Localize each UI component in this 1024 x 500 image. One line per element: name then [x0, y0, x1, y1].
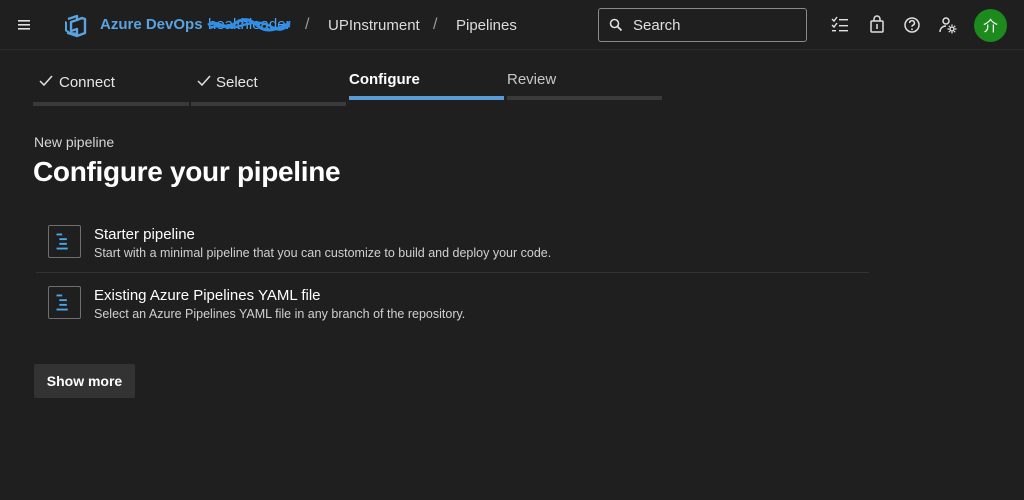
option-existing-yaml[interactable]: Existing Azure Pipelines YAML file Selec… [36, 279, 869, 339]
option-title: Existing Azure Pipelines YAML file [94, 287, 321, 304]
option-divider [36, 272, 869, 273]
check-icon [39, 75, 53, 87]
step-connect[interactable]: Connect [33, 70, 189, 106]
page-subtitle: New pipeline [34, 134, 115, 150]
top-bar: Azure DevOps healthleader / UPInstrument… [0, 0, 1024, 50]
breadcrumb-separator: / [433, 16, 438, 33]
step-configure[interactable]: Configure [349, 70, 504, 106]
step-progress-bar [191, 102, 346, 106]
breadcrumb-pipelines[interactable]: Pipelines [456, 17, 517, 34]
brand-link[interactable]: Azure DevOps [100, 16, 203, 33]
breadcrumb-project[interactable]: UPInstrument [328, 17, 420, 34]
step-select[interactable]: Select [191, 70, 346, 106]
azure-devops-logo-icon[interactable] [62, 13, 88, 39]
option-title: Starter pipeline [94, 226, 195, 243]
step-label: Review [507, 71, 557, 88]
step-progress-bar [33, 102, 189, 106]
show-more-button[interactable]: Show more [34, 364, 135, 398]
step-label: Connect [59, 74, 115, 91]
task-list-icon[interactable] [830, 15, 850, 35]
search-box[interactable] [598, 8, 807, 42]
step-progress-bar [507, 96, 662, 100]
search-input[interactable] [631, 14, 801, 36]
step-progress-bar-active [349, 96, 504, 100]
option-description: Start with a minimal pipeline that you c… [94, 246, 552, 260]
breadcrumb-separator: / [305, 16, 310, 33]
step-review[interactable]: Review [507, 70, 662, 106]
check-icon [197, 75, 211, 87]
search-icon [609, 18, 623, 32]
menu-icon[interactable] [16, 17, 34, 33]
organization-link[interactable]: healthleader [208, 16, 291, 33]
step-label: Select [216, 74, 258, 91]
shopping-bag-icon[interactable] [867, 15, 887, 35]
user-settings-icon[interactable] [938, 15, 958, 35]
pipeline-file-icon [48, 225, 81, 258]
step-label: Configure [349, 71, 420, 88]
option-starter-pipeline[interactable]: Starter pipeline Start with a minimal pi… [36, 218, 869, 278]
page-title: Configure your pipeline [33, 156, 341, 187]
pipeline-file-icon [48, 286, 81, 319]
user-avatar[interactable]: 介 [974, 9, 1007, 42]
option-description: Select an Azure Pipelines YAML file in a… [94, 307, 466, 321]
help-icon[interactable] [902, 15, 922, 35]
